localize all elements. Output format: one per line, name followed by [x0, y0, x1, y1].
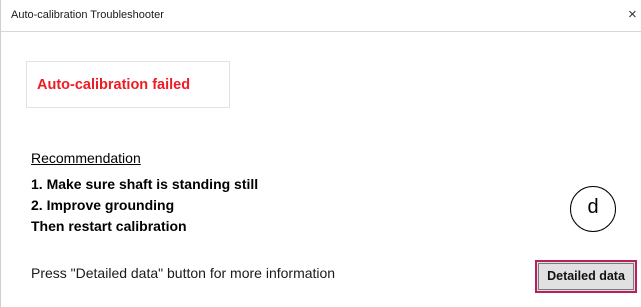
detailed-data-button-label: Detailed data — [547, 269, 625, 283]
title-bar: Auto-calibration Troubleshooter × — [1, 0, 641, 32]
troubleshooter-window: Auto-calibration Troubleshooter × Auto-c… — [0, 0, 641, 307]
recommendation-step: Then restart calibration — [31, 218, 187, 234]
window-title: Auto-calibration Troubleshooter — [11, 9, 164, 21]
detailed-data-button[interactable]: Detailed data — [535, 260, 637, 293]
callout-label: d — [587, 196, 599, 218]
hint-text: Press "Detailed data" button for more in… — [31, 265, 336, 281]
close-icon[interactable]: × — [628, 6, 641, 24]
recommendation-steps: 1. Make sure shaft is standing still 2. … — [31, 174, 258, 237]
callout-marker: d — [570, 186, 616, 232]
recommendation-step: 1. Make sure shaft is standing still — [31, 176, 259, 192]
status-box: Auto-calibration failed — [26, 61, 230, 108]
recommendation-heading: Recommendation — [31, 150, 141, 166]
recommendation-step: 2. Improve grounding — [31, 197, 175, 213]
status-message: Auto-calibration failed — [37, 77, 191, 93]
